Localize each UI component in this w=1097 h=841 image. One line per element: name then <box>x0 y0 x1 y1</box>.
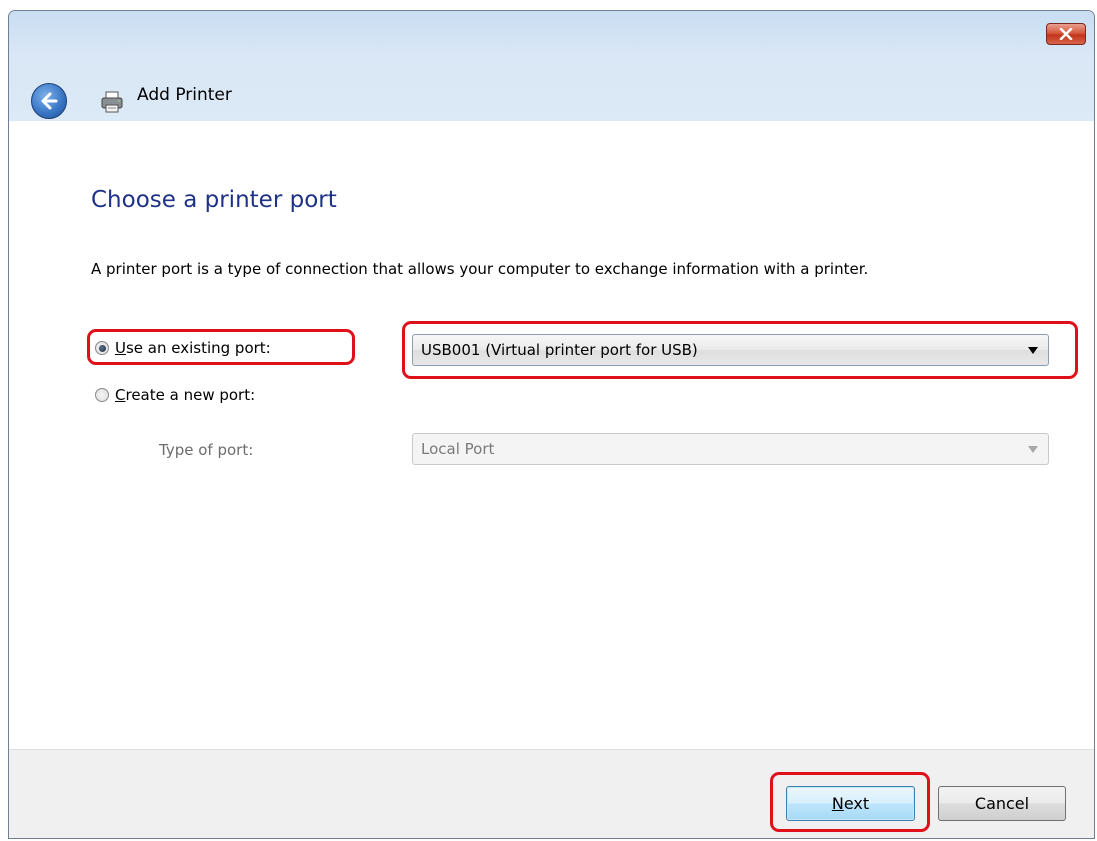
window-title: Add Printer <box>137 85 232 105</box>
highlight-existing-port-option <box>87 329 355 365</box>
title-bar: Add Printer <box>9 11 1094 122</box>
highlight-next-button <box>770 772 930 832</box>
label-rest: reate a new port: <box>125 386 256 404</box>
printer-icon <box>101 91 123 113</box>
back-button[interactable] <box>31 83 67 119</box>
create-new-port-label: Create a new port: <box>115 386 255 404</box>
close-button[interactable] <box>1046 23 1086 45</box>
type-of-port-label: Type of port: <box>159 441 254 459</box>
close-icon <box>1059 28 1073 40</box>
chevron-down-icon <box>1028 446 1038 453</box>
create-new-port-option[interactable]: Create a new port: <box>95 386 255 404</box>
add-printer-window: Add Printer Choose a printer port A prin… <box>8 10 1095 839</box>
highlight-existing-port-select <box>402 321 1078 379</box>
access-key: C <box>115 386 126 404</box>
wizard-content: Choose a printer port A printer port is … <box>9 121 1094 749</box>
wizard-footer: Next Cancel <box>9 749 1094 838</box>
page-heading: Choose a printer port <box>91 187 337 213</box>
back-arrow-icon <box>41 92 58 110</box>
type-of-port-value: Local Port <box>421 440 495 458</box>
cancel-button[interactable]: Cancel <box>938 786 1066 821</box>
create-new-port-radio[interactable] <box>95 388 109 402</box>
page-description: A printer port is a type of connection t… <box>91 260 869 278</box>
type-of-port-select[interactable]: Local Port <box>412 433 1049 465</box>
